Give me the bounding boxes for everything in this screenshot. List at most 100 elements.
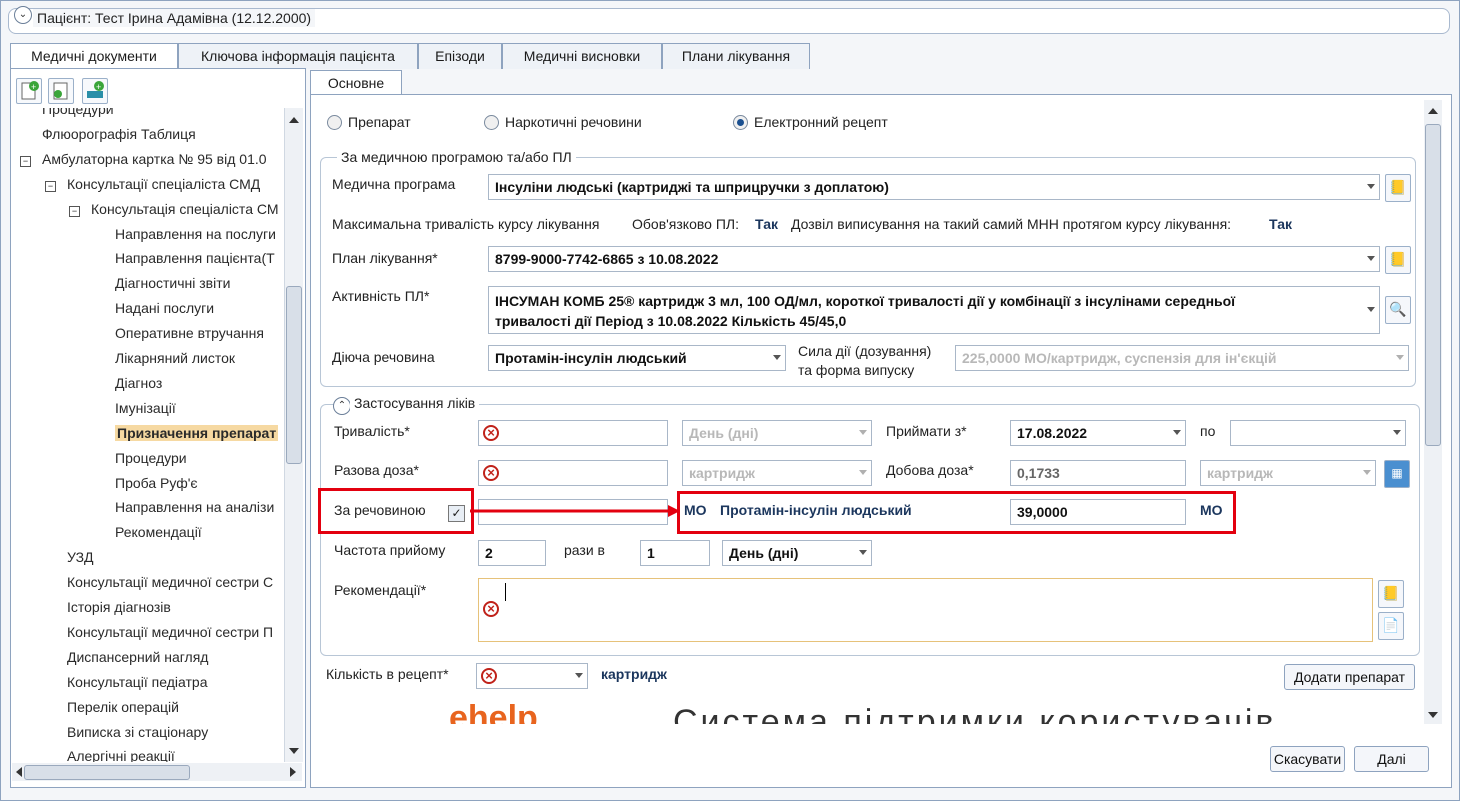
recommendations-textarea[interactable]: × [478,578,1373,642]
svg-text:+: + [31,82,36,92]
tree-item[interactable]: Процедури [42,108,114,117]
form-vertical-scrollbar[interactable] [1424,100,1442,724]
chevron-down-icon [1393,430,1401,435]
take-from-date[interactable]: 17.08.2022 [1010,420,1186,446]
tree-toggle-icon[interactable]: − [69,205,80,217]
tree-item[interactable]: Направлення на аналізи [115,499,274,515]
tab-key-info[interactable]: Ключова інформація пацієнта [178,43,418,69]
tree-toggle-icon[interactable]: − [45,180,56,192]
collapse-icon[interactable]: ⌃ [333,397,351,415]
daily-dose-input: 0,1733 [1010,460,1186,486]
scroll-up-icon[interactable] [1428,108,1438,114]
magnifier-icon[interactable]: 🔍 [1385,296,1411,324]
tree-item[interactable]: Диспансерний нагляд [67,649,208,665]
radio-drug[interactable] [327,115,342,130]
duration-unit-select[interactable]: День (дні) [682,420,872,446]
tree-item[interactable]: Направлення на послуги [115,226,276,242]
scroll-right-icon[interactable] [290,767,296,777]
substance-label: Діюча речовина [332,349,435,365]
substance-select[interactable]: Протамін-інсулін людський [488,345,786,371]
single-dose-unit-select[interactable]: картридж [682,460,872,486]
tree-item[interactable]: УЗД [67,549,94,565]
period-input[interactable]: 1 [640,540,710,566]
tab-treatment-plans[interactable]: Плани лікування [662,43,810,69]
tree-item[interactable]: Виписка зі стаціонару [67,724,208,740]
add-drug-button[interactable]: Додати препарат [1284,664,1415,690]
tree-vertical-scrollbar[interactable] [284,108,303,762]
book-icon[interactable]: 📒 [1385,174,1411,202]
scroll-thumb[interactable] [286,286,302,464]
duration-label: Тривалість* [334,423,410,439]
quantity-label: Кількість в рецепт* [326,666,449,682]
tree-item[interactable]: Консультація спеціаліста СМ [91,201,278,217]
tree-item[interactable]: Направлення пацієнта(Т [115,250,275,266]
quantity-select[interactable]: × [476,663,588,689]
tree-item[interactable]: Амбулаторна картка № 95 від 01.0 [42,151,267,167]
tree-item[interactable]: Оперативне втручання [115,325,264,341]
tree-item[interactable]: Діагностичні звіти [115,275,230,291]
tree-item[interactable]: Лікарняний листок [115,350,235,366]
tree-item[interactable]: Призначення препарат [115,424,279,441]
svg-text:+: + [96,82,101,92]
tree-item[interactable]: Алергічні реакції [67,748,175,762]
med-program-select[interactable]: Інсуліни людські (картриджі та шприцручк… [488,174,1380,200]
tab-main[interactable]: Основне [310,70,402,96]
radio-narcotic[interactable] [484,115,499,130]
tab-episodes[interactable]: Епізоди [418,43,502,69]
book-icon[interactable]: 📒 [1385,246,1411,274]
tree-item[interactable]: Імунізації [115,400,176,416]
chevron-down-icon [575,673,583,678]
tree-item[interactable]: Консультації спеціаліста СМД [67,176,260,192]
add-record-icon[interactable]: + [82,78,108,104]
cancel-button[interactable]: Скасувати [1270,746,1345,772]
error-icon: × [483,601,499,617]
frequency-input[interactable]: 2 [478,540,546,566]
tree-horizontal-scrollbar[interactable] [12,763,302,781]
arrow-annotation [470,505,680,517]
usage-group-title: Застосування ліків [350,395,480,411]
tree-item[interactable]: Процедури [115,450,187,466]
tree-item[interactable]: Флюорографія Таблиця [42,126,196,142]
tree-item[interactable]: Проба Руф'є [115,475,198,491]
tree-item[interactable]: Рекомендації [115,524,202,540]
plan-select[interactable]: 8799-9000-7742-6865 з 10.08.2022 [488,246,1380,272]
calculator-icon[interactable]: ▦ [1384,460,1410,488]
scroll-down-icon[interactable] [1428,712,1438,718]
strength-select[interactable]: 225,0000 МО/картридж, суспензія для ін'є… [955,345,1409,371]
substance-amount-input[interactable]: 39,0000 [1010,499,1186,525]
book-icon[interactable]: 📒 [1378,580,1404,608]
single-dose-input[interactable]: × [478,460,668,486]
tree-item[interactable]: Історія діагнозів [67,599,171,615]
program-group-title: За медичною програмою та/або ПЛ [337,149,576,165]
tree-item[interactable]: Діагноз [115,375,162,391]
add-document-icon[interactable]: + [16,78,42,104]
copy-document-icon[interactable] [48,78,74,104]
radio-e-prescription[interactable] [733,115,748,130]
scroll-down-icon[interactable] [289,748,299,754]
tree-toggle-icon[interactable]: − [20,155,31,167]
allow-value: Так [1269,216,1292,232]
duration-input[interactable]: × [478,420,668,446]
next-button[interactable]: Далі [1354,746,1429,772]
tree-item[interactable]: Перелік операцій [67,699,179,715]
tab-medical-documents[interactable]: Медичні документи [10,43,178,70]
scroll-up-icon[interactable] [289,117,299,123]
period-unit-select[interactable]: День (дні) [722,540,872,566]
scroll-thumb[interactable] [1425,124,1441,446]
plan-label: План лікування* [332,250,438,266]
tree-item[interactable]: Консультації педіатра [67,674,208,690]
chevron-down-icon [859,550,867,555]
collapse-icon[interactable]: ⌄ [14,6,32,24]
daily-dose-unit-select[interactable]: картридж [1200,460,1376,486]
tree-item[interactable]: Консультації медичної сестри П [67,624,273,640]
tree-item[interactable]: Надані послуги [115,300,214,316]
tree-item[interactable]: Консультації медичної сестри С [67,574,273,590]
tab-medical-conclusions[interactable]: Медичні висновки [502,43,662,69]
add-document-icon[interactable]: 📄 [1378,612,1404,640]
mo-unit-label: МО [684,502,707,518]
activity-select[interactable]: ІНСУМАН КОМБ 25® картридж 3 мл, 100 ОД/м… [488,286,1380,334]
scroll-left-icon[interactable] [16,767,22,777]
to-date[interactable] [1230,420,1406,446]
allow-label: Дозвіл виписування на такий самий МНН пр… [791,216,1232,232]
hscroll-thumb[interactable] [24,765,190,780]
